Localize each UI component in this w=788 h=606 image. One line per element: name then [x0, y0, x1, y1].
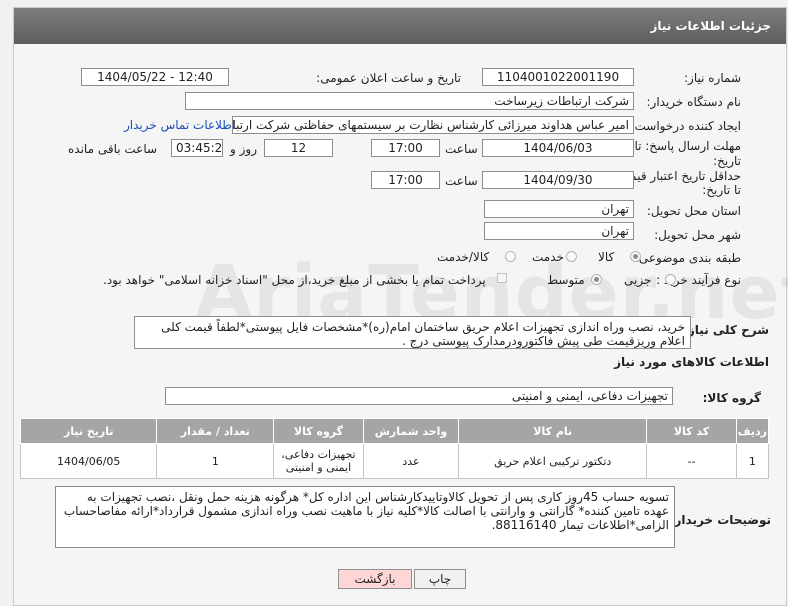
remaining-time-field[interactable]: 03:45:29	[171, 139, 223, 157]
buyer-notes-field[interactable]: تسویه حساب 45روز کاری پس از تحویل کالاوت…	[55, 486, 675, 548]
category-option-goods: کالا	[598, 250, 615, 264]
deadline-time-field[interactable]: 17:00	[371, 139, 440, 157]
general-description-label: شرح کلی نیاز:	[683, 323, 769, 337]
deadline-label-line1: مهلت ارسال پاسخ: تا	[634, 139, 741, 153]
col-unit: واحد شمارش	[362, 418, 460, 444]
general-description-text: خرید، نصب وراه اندازی تجهیزات اعلام حریق…	[161, 320, 685, 348]
buyer-notes-label: توضیحات خریدار:	[669, 513, 771, 527]
goods-table-header: ردیف کد کالا نام کالا واحد شمارش گروه کا…	[19, 418, 770, 444]
validity-time-label: ساعت	[445, 174, 478, 188]
treasury-payment-note: پرداخت تمام یا بخشی از مبلغ خرید،از محل …	[103, 273, 486, 287]
buyer-contact-link[interactable]: اطلاعات تماس خریدار	[124, 118, 235, 132]
col-goods-code: کد کالا	[646, 418, 737, 444]
category-radio-service[interactable]	[566, 251, 577, 262]
days-label: روز و	[230, 142, 257, 156]
requester-label: ایجاد کننده درخواست:	[630, 119, 741, 133]
col-row-number: ردیف	[735, 418, 770, 444]
treasury-payment-checkbox[interactable]	[497, 273, 507, 283]
col-quantity: تعداد / مقدار	[156, 418, 275, 444]
cell-goods-group-line2: ایمنی و امنیتی	[285, 461, 352, 474]
buyer-org-field[interactable]: شرکت ارتباطات زیرساخت	[185, 92, 634, 110]
table-row: 1 -- دتکتور ترکیبی اعلام حریق عدد تجهیزا…	[19, 443, 770, 479]
city-field[interactable]: تهران	[484, 222, 634, 240]
deadline-date-field[interactable]: 1404/06/03	[482, 139, 634, 157]
col-goods-group: گروه کالا	[273, 418, 364, 444]
announce-date-label: تاریخ و ساعت اعلان عمومی:	[316, 71, 461, 85]
category-option-service: خدمت	[532, 250, 564, 264]
category-label: طبقه بندی موضوعی:	[634, 251, 741, 265]
buyer-notes-text: تسویه حساب 45روز کاری پس از تحویل کالاوت…	[63, 490, 669, 532]
cell-quantity: 1	[156, 443, 275, 479]
need-number-label: شماره نیاز:	[684, 71, 741, 85]
deadline-label-line2: تاریخ:	[713, 154, 741, 168]
announce-date-field[interactable]: 1404/05/22 - 12:40	[81, 68, 229, 86]
category-option-goods-service: کالا/خدمت	[437, 250, 490, 264]
category-radio-goods[interactable]	[630, 251, 641, 262]
city-label: شهر محل تحویل:	[654, 228, 741, 242]
goods-section-title: اطلاعات کالاهای مورد نیاز	[614, 355, 769, 369]
validity-label-line2: تا تاریخ:	[702, 183, 741, 197]
back-button[interactable]: بازگشت	[338, 569, 412, 589]
panel-title: جزئیات اطلاعات نیاز	[650, 19, 771, 33]
province-label: استان محل تحویل:	[646, 204, 741, 218]
process-radio-medium[interactable]	[591, 274, 602, 285]
cell-goods-group: تجهیزات دفاعی، ایمنی و امنیتی	[273, 443, 364, 479]
category-radio-goods-service[interactable]	[505, 251, 516, 262]
buyer-org-label: نام دستگاه خریدار:	[646, 95, 742, 109]
cell-need-date: 1404/06/05	[19, 443, 158, 479]
cell-goods-code: --	[646, 443, 737, 479]
print-button[interactable]: چاپ	[414, 569, 466, 589]
panel-header: جزئیات اطلاعات نیاز	[14, 8, 786, 44]
cell-goods-name: دتکتور ترکیبی اعلام حریق	[458, 443, 648, 479]
goods-group-label: گروه کالا:	[702, 391, 761, 405]
process-option-medium: متوسط	[547, 273, 585, 287]
remaining-days-field[interactable]: 12	[264, 139, 333, 157]
process-option-minor: جزیی	[624, 273, 652, 287]
col-goods-name: نام کالا	[458, 418, 648, 444]
requester-field[interactable]: امیر عباس هداوند میرزائی کارشناس نظارت ب…	[232, 116, 634, 134]
validity-time-field[interactable]: 17:00	[371, 171, 440, 189]
remaining-time-label: ساعت باقی مانده	[68, 142, 158, 156]
process-radio-minor[interactable]	[665, 274, 676, 285]
validity-date-field[interactable]: 1404/09/30	[482, 171, 634, 189]
cell-unit: عدد	[362, 443, 460, 479]
goods-group-field[interactable]: تجهیزات دفاعی، ایمنی و امنیتی	[165, 387, 673, 405]
general-description-field[interactable]: خرید، نصب وراه اندازی تجهیزات اعلام حریق…	[134, 316, 691, 349]
cell-goods-group-line1: تجهیزات دفاعی،	[281, 448, 356, 461]
cell-row-number: 1	[735, 443, 770, 479]
need-number-field[interactable]: 1104001022001190	[482, 68, 634, 86]
col-need-date: تاریخ نیاز	[19, 418, 158, 444]
province-field[interactable]: تهران	[484, 200, 634, 218]
goods-table: ردیف کد کالا نام کالا واحد شمارش گروه کا…	[19, 418, 770, 479]
deadline-time-label: ساعت	[445, 142, 478, 156]
